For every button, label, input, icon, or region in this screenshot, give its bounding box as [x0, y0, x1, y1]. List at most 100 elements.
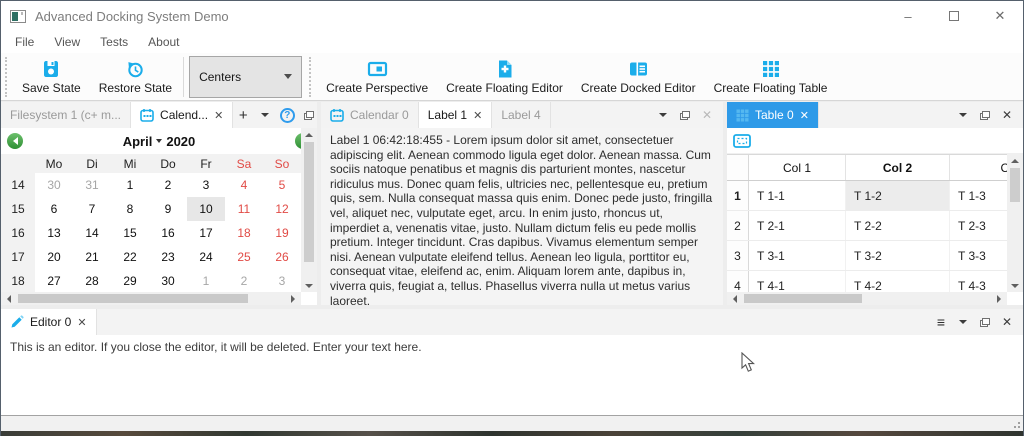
save-state-button[interactable]: Save State — [13, 56, 90, 97]
scrollbar-thumb[interactable] — [744, 294, 862, 303]
calendar-day[interactable]: 15 — [111, 221, 149, 245]
tabs-menu-button[interactable] — [255, 105, 275, 125]
tab-calendar-0[interactable]: Calendar 0 — [321, 102, 419, 128]
scroll-right-icon[interactable] — [991, 292, 1007, 305]
table-cell[interactable]: T 4-1 — [749, 271, 846, 292]
size-grip[interactable] — [1011, 419, 1021, 429]
scroll-right-icon[interactable] — [285, 292, 301, 305]
maximize-button[interactable] — [931, 1, 977, 31]
calendar-day[interactable]: 27 — [35, 269, 73, 292]
create-perspective-button[interactable]: Create Perspective — [317, 56, 437, 97]
close-button[interactable]: ✕ — [977, 1, 1023, 31]
help-button[interactable]: ? — [277, 105, 297, 125]
row-header[interactable]: 2 — [727, 211, 749, 240]
create-floating-editor-button[interactable]: Create Floating Editor — [437, 56, 572, 97]
tab-table-0[interactable]: Table 0 ✕ — [727, 102, 819, 128]
calendar-day[interactable]: 17 — [187, 221, 225, 245]
calendar-day[interactable]: 1 — [187, 269, 225, 292]
calendar-day[interactable]: 11 — [225, 197, 263, 221]
table-cell[interactable]: T 3-2 — [846, 241, 950, 270]
close-icon[interactable]: ✕ — [77, 316, 86, 329]
row-header[interactable]: 3 — [727, 241, 749, 270]
calendar-day[interactable]: 18 — [225, 221, 263, 245]
table-hscrollbar[interactable] — [727, 292, 1007, 305]
tabs-menu-button[interactable] — [653, 105, 673, 125]
undock-button[interactable] — [975, 312, 995, 332]
calendar-day[interactable]: 30 — [149, 269, 187, 292]
row-header[interactable]: 4 — [727, 271, 749, 292]
tabs-menu-button[interactable] — [953, 105, 973, 125]
table-cell[interactable]: T 3-1 — [749, 241, 846, 270]
column-header[interactable]: Col 2 — [846, 155, 950, 180]
calendar-day[interactable]: 2 — [225, 269, 263, 292]
calendar-day[interactable]: 1 — [111, 173, 149, 197]
scrollbar-thumb[interactable] — [1010, 168, 1020, 202]
scrollbar-thumb[interactable] — [304, 142, 314, 262]
close-dock-button[interactable]: ✕ — [997, 105, 1017, 125]
calendar-day[interactable]: 12 — [263, 197, 301, 221]
calendar-day[interactable]: 30 — [35, 173, 73, 197]
table-cell[interactable]: T 4-3 — [950, 271, 1007, 292]
calendar-day[interactable]: 28 — [73, 269, 111, 292]
column-header[interactable]: Col 3 — [950, 155, 1007, 180]
menu-file[interactable]: File — [5, 33, 44, 51]
tab-calendar[interactable]: Calend... ✕ — [131, 102, 233, 128]
undock-button[interactable] — [975, 105, 995, 125]
scrollbar-thumb[interactable] — [18, 294, 248, 303]
perspective-combobox[interactable]: Centers — [189, 56, 302, 98]
calendar-day[interactable]: 24 — [187, 245, 225, 269]
table-cell[interactable]: T 1-3 — [950, 181, 1007, 210]
calendar-day[interactable]: 3 — [187, 173, 225, 197]
calendar-day[interactable]: 26 — [263, 245, 301, 269]
calendar-day[interactable]: 6 — [35, 197, 73, 221]
calendar-day[interactable]: 25 — [225, 245, 263, 269]
calendar-day[interactable]: 3 — [263, 269, 301, 292]
scroll-left-icon[interactable] — [1, 292, 17, 305]
calendar-year[interactable]: 2020 — [166, 134, 195, 149]
calendar-day[interactable]: 20 — [35, 245, 73, 269]
restore-state-button[interactable]: Restore State — [90, 56, 181, 97]
calendar-day[interactable]: 22 — [111, 245, 149, 269]
prev-month-button[interactable] — [7, 133, 23, 149]
tab-label-4[interactable]: Label 4 — [492, 102, 550, 128]
close-icon[interactable]: ✕ — [214, 109, 223, 122]
toolbar-drag-handle[interactable] — [309, 57, 314, 97]
table-cell[interactable]: T 3-3 — [950, 241, 1007, 270]
calendar-vscrollbar[interactable] — [301, 128, 317, 292]
table-cell[interactable]: T 2-2 — [846, 211, 950, 240]
create-floating-table-button[interactable]: Create Floating Table — [705, 56, 837, 97]
scroll-up-icon[interactable] — [1007, 154, 1023, 167]
close-dock-button[interactable]: ✕ — [697, 105, 717, 125]
table-cell[interactable]: T 4-2 — [846, 271, 950, 292]
table-cell[interactable]: T 2-1 — [749, 211, 846, 240]
calendar-day[interactable]: 9 — [149, 197, 187, 221]
tab-filesystem-1[interactable]: Filesystem 1 (c+ m... — [1, 102, 131, 128]
calendar-hscrollbar[interactable] — [1, 292, 301, 305]
scroll-down-icon[interactable] — [301, 279, 317, 292]
tab-editor-0[interactable]: Editor 0 ✕ — [1, 309, 97, 335]
menu-about[interactable]: About — [138, 33, 189, 51]
calendar-day[interactable]: 10 — [187, 197, 225, 221]
menu-tests[interactable]: Tests — [90, 33, 138, 51]
calendar-month-year[interactable]: April 2020 — [23, 134, 295, 149]
table-cell[interactable]: T 2-3 — [950, 211, 1007, 240]
close-icon[interactable]: ✕ — [473, 109, 482, 122]
scroll-left-icon[interactable] — [727, 292, 743, 305]
close-icon[interactable]: ✕ — [800, 109, 809, 122]
add-tab-button[interactable]: + — [233, 105, 253, 125]
editor-menu-button[interactable]: ≡ — [931, 312, 951, 332]
editor-textarea[interactable]: This is an editor. If you close the edit… — [1, 335, 1023, 415]
table-vscrollbar[interactable] — [1007, 154, 1023, 292]
column-header[interactable]: Col 1 — [749, 155, 846, 180]
calendar-day[interactable]: 5 — [263, 173, 301, 197]
calendar-day[interactable]: 4 — [225, 173, 263, 197]
create-docked-editor-button[interactable]: Create Docked Editor — [572, 56, 705, 97]
scroll-up-icon[interactable] — [301, 128, 317, 141]
table-cell[interactable]: T 1-2 — [846, 181, 950, 210]
tab-label-1[interactable]: Label 1 ✕ — [419, 102, 493, 128]
calendar-day[interactable]: 13 — [35, 221, 73, 245]
calendar-day[interactable]: 8 — [111, 197, 149, 221]
scroll-down-icon[interactable] — [1007, 279, 1023, 292]
toolbar-drag-handle[interactable] — [5, 57, 10, 97]
calendar-day[interactable]: 14 — [73, 221, 111, 245]
